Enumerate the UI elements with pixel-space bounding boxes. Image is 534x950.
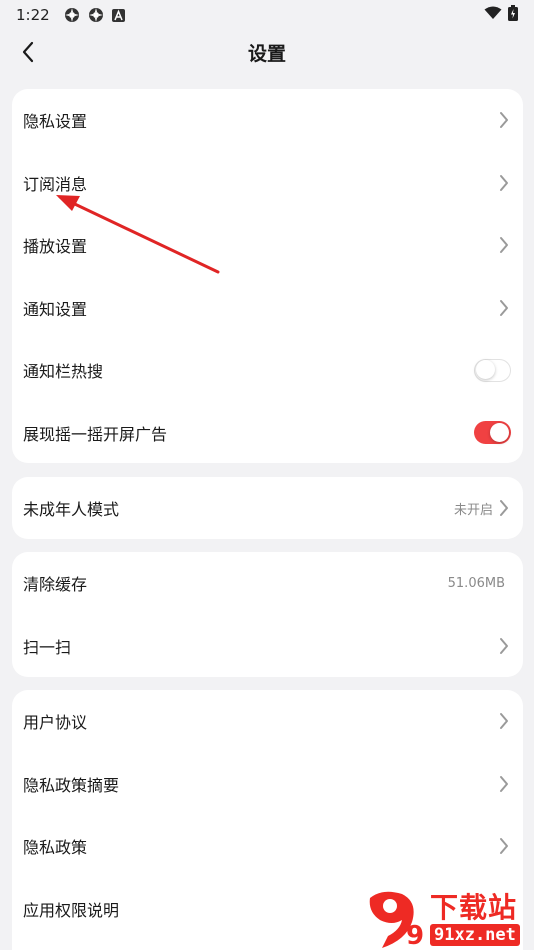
navigation-bar: 设置 bbox=[0, 30, 534, 74]
gear-notification-icon bbox=[88, 7, 104, 23]
battery-icon bbox=[508, 5, 518, 25]
user-agreement-row[interactable]: 用户协议 bbox=[12, 690, 523, 753]
clear-cache-row[interactable]: 清除缓存 51.06MB bbox=[12, 552, 523, 615]
row-label: 展现摇一摇开屏广告 bbox=[23, 424, 168, 444]
row-label: 通知设置 bbox=[23, 299, 88, 319]
row-label: 播放设置 bbox=[23, 237, 88, 257]
chevron-right-icon bbox=[497, 111, 511, 129]
status-time: 1:22 bbox=[16, 6, 50, 24]
scan-row[interactable]: 扫一扫 bbox=[12, 615, 523, 678]
row-label: 扫一扫 bbox=[23, 637, 72, 657]
row-label: 订阅消息 bbox=[23, 174, 88, 194]
chevron-right-icon bbox=[497, 637, 511, 655]
watermark-logo-text: 9 bbox=[406, 921, 424, 950]
chevron-right-icon bbox=[497, 775, 511, 793]
subscription-messages-row[interactable]: 订阅消息 bbox=[12, 152, 523, 215]
notification-hot-search-row: 通知栏热搜 bbox=[12, 339, 523, 402]
watermark-brand-url: 91xz.net bbox=[430, 924, 520, 946]
page-title: 设置 bbox=[247, 42, 286, 65]
shake-splash-ad-toggle[interactable] bbox=[474, 421, 511, 445]
row-label: 应用权限说明 bbox=[23, 900, 120, 920]
chevron-right-icon bbox=[497, 837, 511, 855]
toggle-knob bbox=[490, 423, 509, 443]
row-label: 隐私设置 bbox=[23, 112, 88, 132]
shake-splash-ad-row: 展现摇一摇开屏广告 bbox=[12, 402, 523, 464]
chevron-right-icon bbox=[497, 174, 511, 192]
watermark-brand-cn: 下载站 bbox=[430, 891, 518, 924]
settings-group-youth: 未成年人模式 未开启 bbox=[12, 477, 523, 539]
back-button[interactable] bbox=[14, 38, 42, 66]
toggle-knob bbox=[476, 360, 495, 380]
notification-settings-row[interactable]: 通知设置 bbox=[12, 277, 523, 340]
youth-mode-status: 未开启 bbox=[453, 502, 493, 518]
back-arrow-icon bbox=[22, 41, 34, 63]
font-a-icon bbox=[111, 8, 125, 22]
settings-group-main: 隐私设置 订阅消息 播放设置 通知设置 通知栏热搜 展现摇一摇开屏广告 bbox=[12, 89, 523, 463]
privacy-policy-row[interactable]: 隐私政策 bbox=[12, 815, 523, 878]
wifi-icon bbox=[484, 6, 502, 24]
status-bar: 1:22 bbox=[0, 0, 534, 30]
playback-settings-row[interactable]: 播放设置 bbox=[12, 214, 523, 277]
row-label: 隐私政策摘要 bbox=[23, 775, 120, 795]
youth-mode-row[interactable]: 未成年人模式 未开启 bbox=[12, 477, 523, 539]
row-label: 用户协议 bbox=[23, 713, 88, 733]
chevron-right-icon bbox=[497, 712, 511, 730]
gear-notification-icon bbox=[64, 7, 80, 23]
row-label: 通知栏热搜 bbox=[23, 362, 104, 382]
settings-group-storage: 清除缓存 51.06MB 扫一扫 bbox=[12, 552, 523, 677]
privacy-settings-row[interactable]: 隐私设置 bbox=[12, 89, 523, 152]
row-label: 清除缓存 bbox=[23, 575, 88, 595]
chevron-right-icon bbox=[497, 499, 511, 517]
watermark-logo-icon: 9 bbox=[369, 891, 424, 950]
privacy-policy-summary-row[interactable]: 隐私政策摘要 bbox=[12, 753, 523, 816]
notification-hot-search-toggle[interactable] bbox=[474, 358, 511, 382]
chevron-right-icon bbox=[497, 299, 511, 317]
cache-size-value: 51.06MB bbox=[447, 575, 505, 591]
row-label: 隐私政策 bbox=[23, 838, 88, 858]
row-label: 未成年人模式 bbox=[23, 500, 120, 519]
chevron-right-icon bbox=[497, 236, 511, 254]
watermark: 9 下载站 91xz.net bbox=[362, 888, 534, 950]
